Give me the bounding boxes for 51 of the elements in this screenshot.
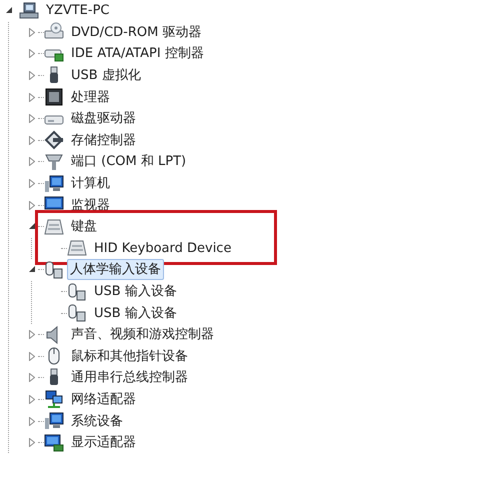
- tree-item-label[interactable]: IDE ATA/ATAPI 控制器: [68, 43, 207, 64]
- expand-arrow-icon[interactable]: [29, 352, 35, 361]
- tree-item-label[interactable]: DVD/CD-ROM 驱动器: [68, 22, 204, 43]
- port-icon: [44, 152, 64, 172]
- expand-arrow-icon[interactable]: [29, 416, 35, 426]
- input-device-icon: [44, 260, 64, 280]
- expand-arrow-icon[interactable]: [29, 373, 35, 382]
- tree-item-label[interactable]: 网络适配器: [68, 388, 139, 410]
- keyboard-icon: [67, 238, 87, 258]
- expand-arrow-icon[interactable]: [29, 394, 35, 404]
- tree-item-label[interactable]: HID Keyboard Device: [91, 238, 234, 259]
- tree-item-label[interactable]: USB 输入设备: [91, 302, 180, 324]
- display-adapter-icon: [44, 432, 64, 453]
- tree-item-label[interactable]: 键盘: [68, 216, 100, 238]
- tree-item-label[interactable]: 显示适配器: [68, 432, 139, 454]
- tree-item-label[interactable]: 人体学输入设备: [67, 259, 164, 280]
- expand-arrow-icon[interactable]: [29, 136, 35, 145]
- expand-arrow-icon[interactable]: [29, 28, 35, 37]
- keyboard-icon: [44, 216, 64, 237]
- expand-arrow-icon[interactable]: [29, 179, 35, 188]
- tree-item-label[interactable]: 声音、视频和游戏控制器: [68, 324, 217, 346]
- tree-item-label[interactable]: 计算机: [68, 173, 113, 194]
- tree-item-label[interactable]: YZVTE-PC: [43, 0, 113, 22]
- tree-item-label[interactable]: 磁盘驱动器: [68, 108, 139, 130]
- expand-arrow-icon[interactable]: [29, 92, 35, 102]
- tree-item-label[interactable]: 端口 (COM 和 LPT): [68, 151, 190, 172]
- computer-icon: [19, 0, 39, 21]
- tree-item-label[interactable]: 处理器: [68, 86, 113, 108]
- collapse-arrow-icon[interactable]: [6, 7, 12, 14]
- input-device-icon: [67, 282, 87, 302]
- computer-icon: [44, 174, 64, 194]
- expand-arrow-icon[interactable]: [29, 438, 35, 448]
- tree-item-label[interactable]: 系统设备: [68, 410, 126, 432]
- network-icon: [44, 389, 64, 410]
- expand-arrow-icon[interactable]: [29, 49, 35, 58]
- expand-arrow-icon[interactable]: [29, 200, 35, 210]
- processor-icon: [44, 87, 64, 108]
- tree-item-label[interactable]: 通用串行总线控制器: [68, 367, 191, 388]
- tree-item-label[interactable]: USB 虚拟化: [68, 65, 144, 86]
- collapse-arrow-icon[interactable]: [28, 223, 36, 230]
- expand-arrow-icon[interactable]: [29, 71, 35, 80]
- tree-item-label[interactable]: 鼠标和其他指针设备: [68, 346, 191, 367]
- tree-item-label[interactable]: 存储控制器: [68, 130, 139, 151]
- computer-icon: [44, 411, 64, 432]
- input-device-icon: [67, 303, 87, 324]
- expand-arrow-icon[interactable]: [29, 157, 35, 166]
- expand-arrow-icon[interactable]: [29, 114, 35, 124]
- collapse-arrow-icon[interactable]: [28, 266, 36, 274]
- tree-item-label[interactable]: USB 输入设备: [91, 281, 180, 302]
- storage-controller-icon: [44, 130, 64, 150]
- expand-arrow-icon[interactable]: [29, 330, 35, 340]
